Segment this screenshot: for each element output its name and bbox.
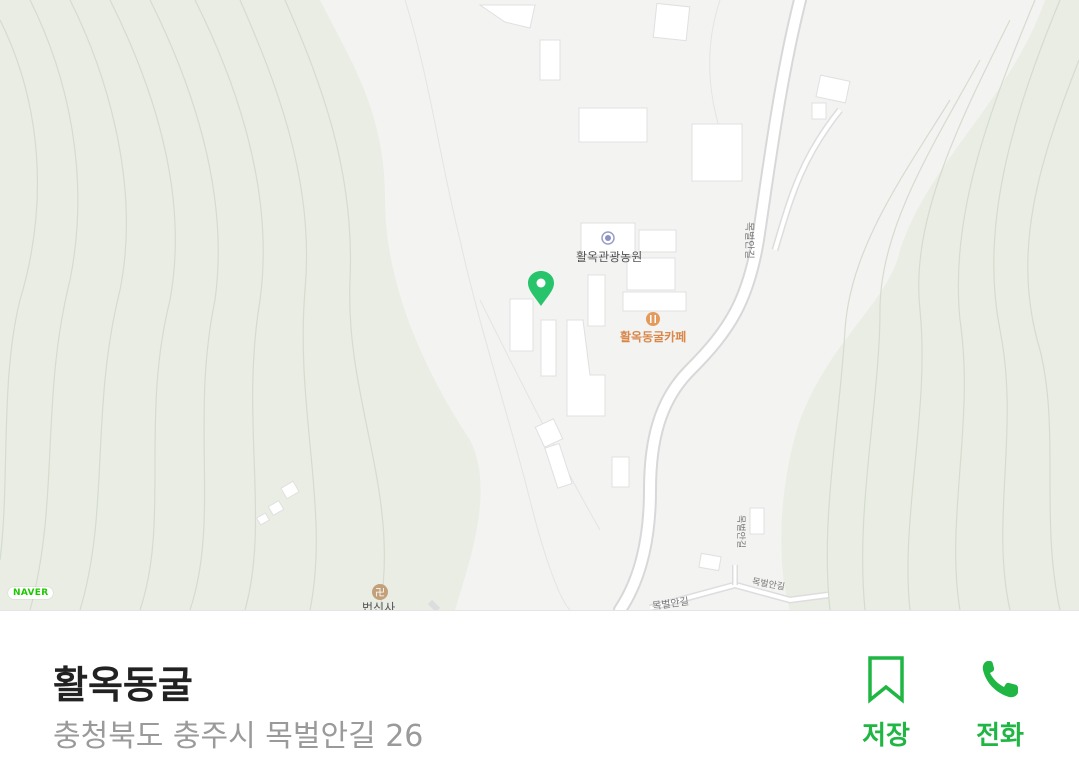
temple-icon: 卍	[372, 584, 388, 600]
map-canvas[interactable]: 卍	[0, 0, 1079, 610]
svg-text:卍: 卍	[375, 587, 385, 599]
save-label: 저장	[862, 721, 910, 751]
call-label: 전화	[976, 721, 1024, 751]
map-view[interactable]: 卍 활옥관광농원 활옥동굴카페 법신사 목벌안길 목벌안길 목벌안길 목벌안길 …	[0, 0, 1079, 610]
poi-label-temple[interactable]: 법신사	[362, 599, 395, 610]
place-info-panel: 활옥동굴 충청북도 충주시 목벌안길 26 저장 전화	[0, 610, 1079, 784]
call-button[interactable]: 전화	[960, 655, 1040, 755]
road-label-small-vertical: 목벌안길	[735, 515, 745, 549]
place-title: 활옥동굴	[53, 663, 193, 707]
side-road	[771, 107, 843, 252]
fork-knife-icon	[646, 312, 660, 326]
poi-label-cafe[interactable]: 활옥동굴카페	[620, 328, 686, 345]
save-button[interactable]: 저장	[846, 655, 926, 755]
terrain-left	[0, 0, 481, 610]
bookmark-icon	[868, 656, 904, 704]
road-label-vertical: 목벌안길	[743, 222, 754, 259]
place-address: 충청북도 충주시 목벌안길 26	[53, 719, 424, 754]
phone-icon	[982, 661, 1018, 698]
poi-circle-icon	[601, 231, 615, 245]
poi-label-farm[interactable]: 활옥관광농원	[576, 248, 642, 265]
naver-logo: NAVER	[8, 587, 54, 599]
